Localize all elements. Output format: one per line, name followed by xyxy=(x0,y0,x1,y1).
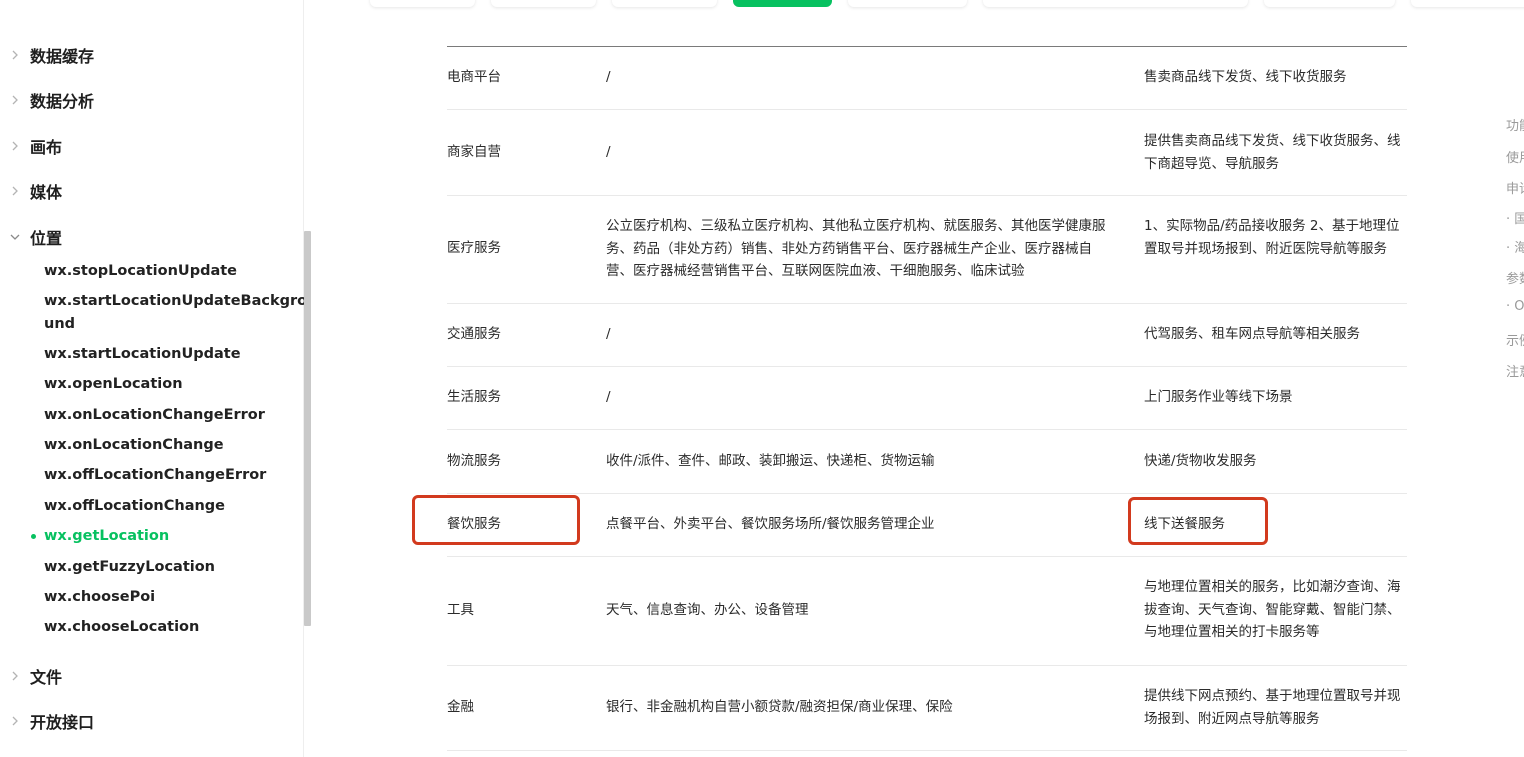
sidebar-item-offLocationChangeError[interactable]: wx.offLocationChangeError xyxy=(44,464,284,487)
cell-subcategory: / xyxy=(606,326,611,342)
sidebar-category-label: 媒体 xyxy=(30,183,63,202)
top-nav-tab[interactable] xyxy=(848,0,967,7)
sidebar-item-choosePoi[interactable]: wx.choosePoi xyxy=(44,586,284,609)
top-nav-tab[interactable] xyxy=(370,0,475,7)
cell-scene: 与地理位置相关的服务，比如潮汐查询、海拔查询、天气查询、智能穿戴、智能门禁、与地… xyxy=(1144,579,1401,640)
sidebar-category-storage[interactable]: 数据缓存 xyxy=(0,40,94,70)
top-nav-tab[interactable] xyxy=(491,0,596,7)
sidebar-item-getLocation[interactable]: wx.getLocation xyxy=(44,525,284,548)
sidebar-category-file[interactable]: 文件 xyxy=(0,661,62,691)
table-row: 金融 银行、非金融机构自营小额贷款/融资担保/商业保理、保险 提供线下网点预约、… xyxy=(447,666,1407,751)
chevron-right-icon xyxy=(0,184,30,199)
sidebar-category-label: 位置 xyxy=(30,229,63,248)
chevron-right-icon xyxy=(0,139,30,154)
top-nav-tab-active[interactable] xyxy=(733,0,832,7)
sidebar-category-label: 数据缓存 xyxy=(30,47,95,66)
top-nav-tab[interactable] xyxy=(983,0,1248,7)
toc-item[interactable]: 功能 xyxy=(1506,115,1524,134)
sidebar-item-offLocationChange[interactable]: wx.offLocationChange xyxy=(44,495,284,518)
toc-item[interactable]: 示例 xyxy=(1506,330,1524,349)
cell-category: 生活服务 xyxy=(447,389,501,405)
cell-scene: 提供售卖商品线下发货、线下收货服务、线下商超导览、导航服务 xyxy=(1144,133,1401,172)
cell-scene: 上门服务作业等线下场景 xyxy=(1144,389,1293,405)
sidebar-category-open-api[interactable]: 开放接口 xyxy=(0,706,94,736)
table-row: 物流服务 收件/派件、查件、邮政、装卸搬运、快递柜、货物运输 快递/货物收发服务 xyxy=(447,430,1407,494)
sidebar-item-startLocationUpdate[interactable]: wx.startLocationUpdate xyxy=(44,343,284,366)
toc-item[interactable]: · 国 xyxy=(1506,208,1524,227)
sidebar-category-label: 开放接口 xyxy=(30,713,95,732)
sidebar-category-label: 画布 xyxy=(30,138,63,157)
cell-category: 工具 xyxy=(447,602,474,618)
sidebar-category-label: 文件 xyxy=(30,668,63,687)
table-row: 商家自营 / 提供售卖商品线下发货、线下收货服务、线下商超导览、导航服务 xyxy=(447,110,1407,196)
cell-subcategory: / xyxy=(606,144,611,160)
cell-subcategory: 天气、信息查询、办公、设备管理 xyxy=(606,602,809,618)
active-indicator-dot xyxy=(31,534,36,539)
toc-item[interactable]: · O xyxy=(1506,299,1524,314)
table-row: 生活服务 / 上门服务作业等线下场景 xyxy=(447,367,1407,430)
sidebar-category-label: 数据分析 xyxy=(30,92,95,111)
cell-subcategory: / xyxy=(606,389,611,405)
cell-subcategory: 收件/派件、查件、邮政、装卸搬运、快递柜、货物运输 xyxy=(606,453,935,469)
cell-scene: 快递/货物收发服务 xyxy=(1144,453,1257,469)
cell-scene: 1、实际物品/药品接收服务 2、基于地理位置取号并现场报到、附近医院导航等服务 xyxy=(1144,218,1400,257)
sidebar-item-getFuzzyLocation[interactable]: wx.getFuzzyLocation xyxy=(44,556,284,579)
top-nav-tab[interactable] xyxy=(612,0,717,7)
chevron-right-icon xyxy=(0,669,30,684)
cell-scene: 代驾服务、租车网点导航等相关服务 xyxy=(1144,326,1360,342)
cell-subcategory: 银行、非金融机构自营小额贷款/融资担保/商业保理、保险 xyxy=(606,699,953,715)
sidebar-category-location[interactable]: 位置 xyxy=(0,222,62,252)
top-nav-tab[interactable] xyxy=(1411,0,1524,7)
cell-category: 物流服务 xyxy=(447,453,501,469)
table-row: 工具 天气、信息查询、办公、设备管理 与地理位置相关的服务，比如潮汐查询、海拔查… xyxy=(447,557,1407,666)
toc-item[interactable]: 参数 xyxy=(1506,268,1524,287)
toc-item[interactable]: · 海 xyxy=(1506,237,1524,256)
sidebar-item-startLocationUpdateBackground[interactable]: wx.startLocationUpdateBackgro und xyxy=(44,290,307,336)
cell-category: 交通服务 xyxy=(447,326,501,342)
toc-item[interactable]: 使用 xyxy=(1506,147,1524,166)
highlight-box-scene xyxy=(1128,497,1268,545)
chevron-right-icon xyxy=(0,93,30,108)
cell-subcategory: 公立医疗机构、三级私立医疗机构、其他私立医疗机构、就医服务、其他医学健康服务、药… xyxy=(606,218,1106,279)
cell-category: 商家自营 xyxy=(447,144,501,160)
sidebar-item-openLocation[interactable]: wx.openLocation xyxy=(44,373,284,396)
sidebar-item-onLocationChangeError[interactable]: wx.onLocationChangeError xyxy=(44,404,284,427)
highlight-box-category xyxy=(412,495,580,545)
cell-subcategory: 点餐平台、外卖平台、餐饮服务场所/餐饮服务管理企业 xyxy=(606,516,935,532)
toc-item[interactable]: 注意 xyxy=(1506,361,1524,380)
cell-subcategory: / xyxy=(606,69,611,85)
sidebar-item-stopLocationUpdate[interactable]: wx.stopLocationUpdate xyxy=(44,260,284,283)
cell-category: 医疗服务 xyxy=(447,240,501,256)
table-row: 医疗服务 公立医疗机构、三级私立医疗机构、其他私立医疗机构、就医服务、其他医学健… xyxy=(447,196,1407,304)
cell-scene: 售卖商品线下发货、线下收货服务 xyxy=(1144,69,1347,85)
sidebar-category-media[interactable]: 媒体 xyxy=(0,176,62,206)
chevron-right-icon xyxy=(0,714,30,729)
sidebar-item-onLocationChange[interactable]: wx.onLocationChange xyxy=(44,434,284,457)
sidebar-category-analysis[interactable]: 数据分析 xyxy=(0,85,94,115)
chevron-down-icon xyxy=(0,230,30,245)
api-sidebar: 数据缓存 数据分析 画布 媒体 位置 wx.stopLocationUpdate… xyxy=(0,0,307,757)
sidebar-item-chooseLocation[interactable]: wx.chooseLocation xyxy=(44,616,284,639)
top-nav-tab[interactable] xyxy=(1264,0,1395,7)
table-row: 交通服务 / 代驾服务、租车网点导航等相关服务 xyxy=(447,304,1407,367)
cell-category: 金融 xyxy=(447,699,474,715)
cell-category: 电商平台 xyxy=(447,69,501,85)
table-row: 电商平台 / 售卖商品线下发货、线下收货服务 xyxy=(447,47,1407,110)
sidebar-category-canvas[interactable]: 画布 xyxy=(0,131,62,161)
cell-scene: 提供线下网点预约、基于地理位置取号并现场报到、附近网点导航等服务 xyxy=(1144,688,1401,727)
sidebar-scrollbar[interactable] xyxy=(304,231,311,626)
toc-item[interactable]: 申请 xyxy=(1506,178,1524,197)
chevron-right-icon xyxy=(0,48,30,63)
